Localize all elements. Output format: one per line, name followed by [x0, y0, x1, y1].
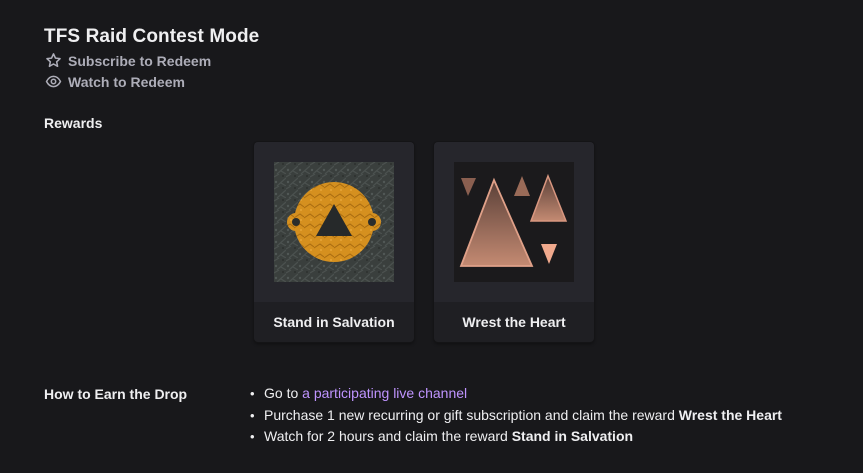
salvation-emblem-icon [274, 162, 394, 282]
list-item: • Purchase 1 new recurring or gift subsc… [250, 407, 782, 429]
drop-campaign-details: TFS Raid Contest Mode Subscribe to Redee… [0, 0, 863, 473]
rewards-heading: Rewards [44, 115, 103, 131]
reward-name-bold: Wrest the Heart [678, 406, 782, 423]
subscribe-to-redeem: Subscribe to Redeem [45, 52, 211, 69]
bullet: • [250, 429, 255, 444]
subscribe-label: Subscribe to Redeem [68, 52, 212, 69]
watch-label: Watch to Redeem [68, 73, 185, 90]
step-text: Go to [264, 385, 303, 401]
earn-steps-list: • Go to a participating live channel • P… [250, 385, 782, 450]
step-text: Watch for 2 hours and claim the reward [264, 428, 512, 444]
step-text: Purchase 1 new recurring or gift subscri… [264, 406, 679, 423]
list-item: • Go to a participating live channel [250, 385, 782, 407]
reward-card-wrest-the-heart[interactable]: Wrest the Heart [434, 142, 594, 342]
star-icon [45, 52, 62, 69]
reward-name: Stand in Salvation [273, 314, 395, 330]
participating-channel-link[interactable]: a participating live channel [302, 385, 467, 401]
reward-card-stand-in-salvation[interactable]: Stand in Salvation [254, 142, 414, 342]
eye-icon [45, 73, 62, 90]
campaign-title: TFS Raid Contest Mode [44, 26, 260, 47]
bullet: • [250, 407, 255, 423]
reward-image-area [254, 142, 414, 302]
bullet: • [250, 386, 255, 401]
earn-heading: How to Earn the Drop [44, 386, 188, 402]
reward-name: Wrest the Heart [462, 314, 566, 330]
reward-name-bold: Stand in Salvation [511, 428, 634, 444]
reward-image-area [434, 142, 594, 302]
triangles-emblem-icon [454, 162, 574, 282]
list-item: • Watch for 2 hours and claim the reward… [250, 428, 782, 450]
watch-to-redeem: Watch to Redeem [45, 73, 185, 90]
